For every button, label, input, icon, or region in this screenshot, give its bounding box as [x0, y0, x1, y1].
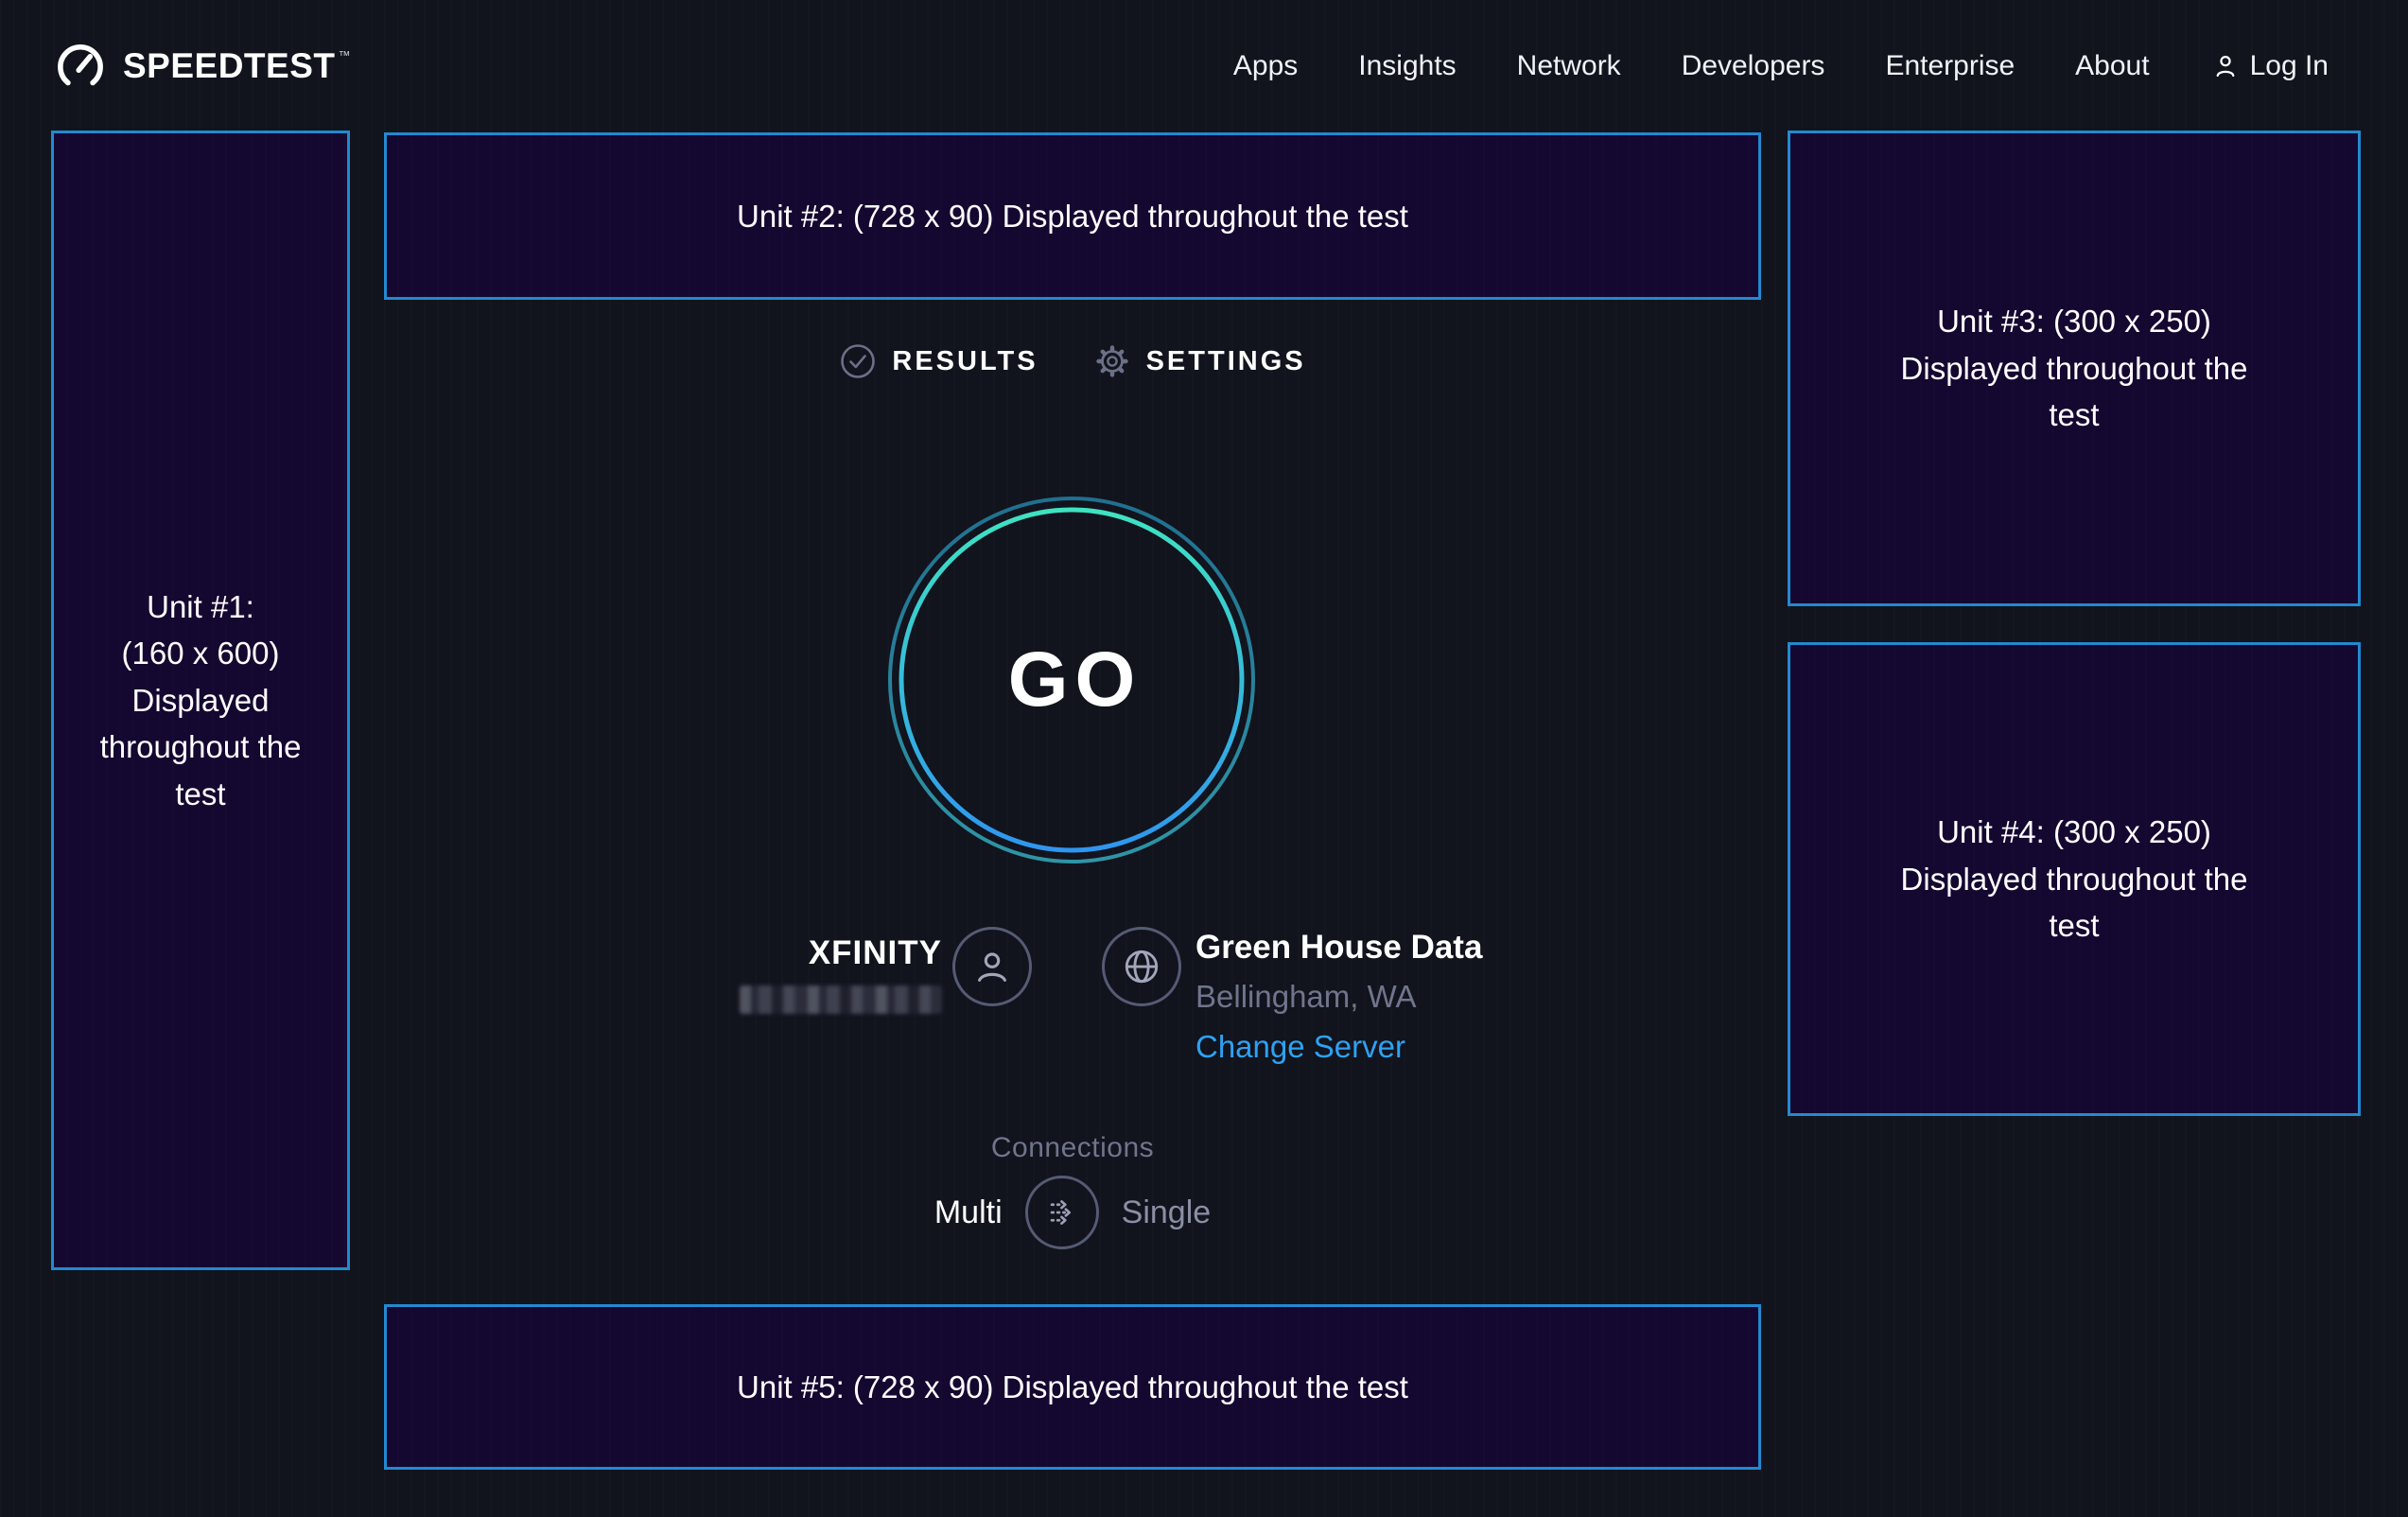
- ad-unit-3[interactable]: Unit #3: (300 x 250) Displayed throughou…: [1788, 131, 2361, 606]
- connections-label: Connections: [384, 1132, 1761, 1164]
- nav-about[interactable]: About: [2075, 50, 2149, 82]
- go-button[interactable]: GO: [885, 494, 1258, 866]
- nav-enterprise[interactable]: Enterprise: [1885, 50, 2015, 82]
- nav-network[interactable]: Network: [1517, 50, 1621, 82]
- brand-name: SPEEDTEST™: [123, 46, 351, 86]
- ad-unit-5[interactable]: Unit #5: (728 x 90) Displayed throughout…: [384, 1304, 1761, 1470]
- server-globe-icon: [1102, 927, 1181, 1006]
- change-server-link[interactable]: Change Server: [1195, 1029, 1482, 1065]
- ad-unit-2[interactable]: Unit #2: (728 x 90) Displayed throughout…: [384, 132, 1761, 300]
- nav-insights[interactable]: Insights: [1358, 50, 1456, 82]
- trademark-mark: ™: [339, 48, 352, 62]
- ad-unit-1[interactable]: Unit #1: (160 x 600) Displayed throughou…: [51, 131, 350, 1270]
- server-location: Bellingham, WA: [1195, 979, 1482, 1015]
- speedtest-logo[interactable]: SPEEDTEST™: [53, 39, 351, 94]
- tab-results[interactable]: RESULTS: [839, 342, 1038, 380]
- gauge-icon: [53, 39, 108, 94]
- single-option[interactable]: Single: [1122, 1194, 1212, 1231]
- ad-unit-2-text: Unit #2: (728 x 90) Displayed throughout…: [737, 193, 1408, 240]
- login-button[interactable]: Log In: [2210, 50, 2329, 82]
- ad-unit-4-text: Unit #4: (300 x 250) Displayed throughou…: [1894, 809, 2254, 950]
- main-nav: Apps Insights Network Developers Enterpr…: [1233, 50, 2329, 82]
- isp-info: XFINITY: [740, 934, 942, 1014]
- header: SPEEDTEST™ Apps Insights Network Develop…: [0, 0, 2408, 132]
- user-icon: [2210, 51, 2241, 81]
- multi-arrows-icon: [1041, 1192, 1083, 1233]
- isp-name: XFINITY: [740, 934, 942, 972]
- tab-settings-label: SETTINGS: [1146, 346, 1306, 377]
- view-tabs: RESULTS SETTINGS: [384, 342, 1761, 380]
- multi-option[interactable]: Multi: [934, 1194, 1003, 1231]
- connection-info: XFINITY Green House Data Bellingham, WA …: [384, 925, 1761, 1095]
- server-info: Green House Data Bellingham, WA Change S…: [1195, 929, 1482, 1065]
- nav-developers[interactable]: Developers: [1682, 50, 1825, 82]
- connections-toggle-button[interactable]: [1025, 1176, 1099, 1249]
- nav-apps[interactable]: Apps: [1233, 50, 1298, 82]
- tab-settings[interactable]: SETTINGS: [1093, 342, 1306, 380]
- ad-unit-5-text: Unit #5: (728 x 90) Displayed throughout…: [737, 1364, 1408, 1411]
- check-circle-icon: [839, 342, 877, 380]
- go-button-label: GO: [1002, 636, 1143, 724]
- ad-unit-4[interactable]: Unit #4: (300 x 250) Displayed throughou…: [1788, 642, 2361, 1116]
- server-name: Green House Data: [1195, 929, 1482, 967]
- blurred-ip-address: [740, 985, 942, 1014]
- isp-person-icon: [952, 927, 1032, 1006]
- gear-icon: [1093, 342, 1131, 380]
- connections-toggle: Multi Single: [384, 1176, 1761, 1249]
- ad-unit-3-text: Unit #3: (300 x 250) Displayed throughou…: [1894, 298, 2254, 439]
- tab-results-label: RESULTS: [892, 346, 1038, 377]
- ad-unit-1-text: Unit #1: (160 x 600) Displayed throughou…: [91, 584, 310, 818]
